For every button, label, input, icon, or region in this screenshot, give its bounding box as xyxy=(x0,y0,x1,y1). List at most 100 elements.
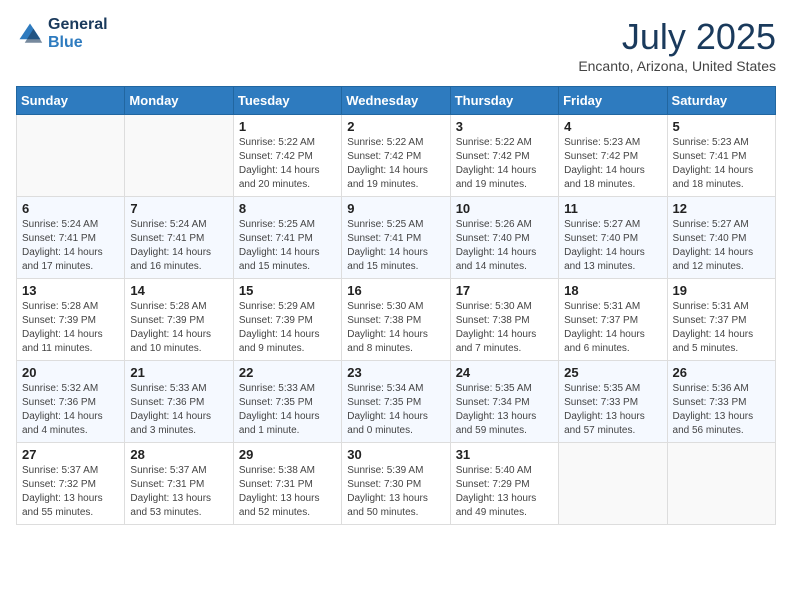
day-info: Sunrise: 5:25 AM Sunset: 7:41 PM Dayligh… xyxy=(347,218,444,274)
day-number: 6 xyxy=(22,201,119,216)
calendar-cell: 19 Sunrise: 5:31 AM Sunset: 7:37 PM Dayli… xyxy=(667,279,775,361)
day-number: 7 xyxy=(130,201,227,216)
day-number: 29 xyxy=(239,447,336,462)
weekday-sunday: Sunday xyxy=(17,87,125,115)
weekday-thursday: Thursday xyxy=(450,87,558,115)
day-number: 17 xyxy=(456,283,553,298)
day-number: 9 xyxy=(347,201,444,216)
day-number: 1 xyxy=(239,119,336,134)
day-info: Sunrise: 5:38 AM Sunset: 7:31 PM Dayligh… xyxy=(239,464,336,520)
calendar-cell: 18 Sunrise: 5:31 AM Sunset: 7:37 PM Dayli… xyxy=(559,279,667,361)
day-info: Sunrise: 5:35 AM Sunset: 7:34 PM Dayligh… xyxy=(456,382,553,438)
week-row-2: 6 Sunrise: 5:24 AM Sunset: 7:41 PM Daylig… xyxy=(17,197,776,279)
day-number: 12 xyxy=(673,201,770,216)
day-number: 3 xyxy=(456,119,553,134)
day-info: Sunrise: 5:28 AM Sunset: 7:39 PM Dayligh… xyxy=(130,300,227,356)
calendar-cell: 21Sunrise: 5:33 AM Sunset: 7:36 PM Dayli… xyxy=(125,361,233,443)
day-number: 11 xyxy=(564,201,661,216)
day-info: Sunrise: 5:26 AM Sunset: 7:40 PM Dayligh… xyxy=(456,218,553,274)
day-number: 10 xyxy=(456,201,553,216)
day-info: Sunrise: 5:22 AM Sunset: 7:42 PM Dayligh… xyxy=(456,136,553,192)
day-number: 30 xyxy=(347,447,444,462)
calendar-cell: 3 Sunrise: 5:22 AM Sunset: 7:42 PM Daylig… xyxy=(450,115,558,197)
day-number: 22 xyxy=(239,365,336,380)
week-row-1: 1 Sunrise: 5:22 AM Sunset: 7:42 PM Daylig… xyxy=(17,115,776,197)
day-info: Sunrise: 5:31 AM Sunset: 7:37 PM Dayligh… xyxy=(564,300,661,356)
calendar-cell: 9 Sunrise: 5:25 AM Sunset: 7:41 PM Daylig… xyxy=(342,197,450,279)
calendar-cell: 2 Sunrise: 5:22 AM Sunset: 7:42 PM Daylig… xyxy=(342,115,450,197)
weekday-saturday: Saturday xyxy=(667,87,775,115)
day-number: 31 xyxy=(456,447,553,462)
day-number: 18 xyxy=(564,283,661,298)
calendar-cell: 12 Sunrise: 5:27 AM Sunset: 7:40 PM Dayli… xyxy=(667,197,775,279)
calendar-cell: 13 Sunrise: 5:28 AM Sunset: 7:39 PM Dayli… xyxy=(17,279,125,361)
calendar-cell: 5 Sunrise: 5:23 AM Sunset: 7:41 PM Daylig… xyxy=(667,115,775,197)
week-row-4: 20 Sunrise: 5:32 AM Sunset: 7:36 PM Dayli… xyxy=(17,361,776,443)
calendar-cell: 30 Sunrise: 5:39 AM Sunset: 7:30 PM Dayli… xyxy=(342,443,450,525)
calendar-cell: 10 Sunrise: 5:26 AM Sunset: 7:40 PM Dayli… xyxy=(450,197,558,279)
calendar-cell: 31Sunrise: 5:40 AM Sunset: 7:29 PM Dayli… xyxy=(450,443,558,525)
calendar-cell: 1 Sunrise: 5:22 AM Sunset: 7:42 PM Daylig… xyxy=(233,115,341,197)
week-row-3: 13 Sunrise: 5:28 AM Sunset: 7:39 PM Dayli… xyxy=(17,279,776,361)
title-block: July 2025 Encanto, Arizona, United State… xyxy=(578,16,776,74)
day-number: 28 xyxy=(130,447,227,462)
calendar-cell: 4Sunrise: 5:23 AM Sunset: 7:42 PM Daylig… xyxy=(559,115,667,197)
calendar-cell: 22 Sunrise: 5:33 AM Sunset: 7:35 PM Dayli… xyxy=(233,361,341,443)
day-info: Sunrise: 5:30 AM Sunset: 7:38 PM Dayligh… xyxy=(347,300,444,356)
calendar-cell: 8 Sunrise: 5:25 AM Sunset: 7:41 PM Daylig… xyxy=(233,197,341,279)
calendar-table: SundayMondayTuesdayWednesdayThursdayFrid… xyxy=(16,86,776,525)
day-info: Sunrise: 5:27 AM Sunset: 7:40 PM Dayligh… xyxy=(673,218,770,274)
day-number: 16 xyxy=(347,283,444,298)
month-title: July 2025 xyxy=(578,16,776,58)
calendar-cell: 24 Sunrise: 5:35 AM Sunset: 7:34 PM Dayli… xyxy=(450,361,558,443)
day-info: Sunrise: 5:31 AM Sunset: 7:37 PM Dayligh… xyxy=(673,300,770,356)
day-info: Sunrise: 5:25 AM Sunset: 7:41 PM Dayligh… xyxy=(239,218,336,274)
calendar-cell: 6 Sunrise: 5:24 AM Sunset: 7:41 PM Daylig… xyxy=(17,197,125,279)
day-number: 20 xyxy=(22,365,119,380)
week-row-5: 27Sunrise: 5:37 AM Sunset: 7:32 PM Dayli… xyxy=(17,443,776,525)
day-number: 23 xyxy=(347,365,444,380)
logo-icon xyxy=(16,20,44,48)
calendar-cell: 29 Sunrise: 5:38 AM Sunset: 7:31 PM Dayli… xyxy=(233,443,341,525)
day-info: Sunrise: 5:23 AM Sunset: 7:41 PM Dayligh… xyxy=(673,136,770,192)
weekday-friday: Friday xyxy=(559,87,667,115)
day-number: 2 xyxy=(347,119,444,134)
day-number: 8 xyxy=(239,201,336,216)
day-number: 26 xyxy=(673,365,770,380)
calendar-cell: 23Sunrise: 5:34 AM Sunset: 7:35 PM Dayli… xyxy=(342,361,450,443)
page-header: General Blue July 2025 Encanto, Arizona,… xyxy=(16,16,776,74)
day-number: 27 xyxy=(22,447,119,462)
weekday-wednesday: Wednesday xyxy=(342,87,450,115)
calendar-cell: 27Sunrise: 5:37 AM Sunset: 7:32 PM Dayli… xyxy=(17,443,125,525)
day-number: 24 xyxy=(456,365,553,380)
day-number: 25 xyxy=(564,365,661,380)
day-info: Sunrise: 5:27 AM Sunset: 7:40 PM Dayligh… xyxy=(564,218,661,274)
calendar-cell xyxy=(559,443,667,525)
calendar-cell xyxy=(125,115,233,197)
calendar-cell: 14 Sunrise: 5:28 AM Sunset: 7:39 PM Dayli… xyxy=(125,279,233,361)
location: Encanto, Arizona, United States xyxy=(578,58,776,74)
day-info: Sunrise: 5:24 AM Sunset: 7:41 PM Dayligh… xyxy=(130,218,227,274)
calendar-cell: 7 Sunrise: 5:24 AM Sunset: 7:41 PM Daylig… xyxy=(125,197,233,279)
calendar-cell: 28Sunrise: 5:37 AM Sunset: 7:31 PM Dayli… xyxy=(125,443,233,525)
calendar-cell: 15Sunrise: 5:29 AM Sunset: 7:39 PM Dayli… xyxy=(233,279,341,361)
day-info: Sunrise: 5:28 AM Sunset: 7:39 PM Dayligh… xyxy=(22,300,119,356)
day-info: Sunrise: 5:29 AM Sunset: 7:39 PM Dayligh… xyxy=(239,300,336,356)
day-info: Sunrise: 5:39 AM Sunset: 7:30 PM Dayligh… xyxy=(347,464,444,520)
calendar-cell: 17Sunrise: 5:30 AM Sunset: 7:38 PM Dayli… xyxy=(450,279,558,361)
day-info: Sunrise: 5:22 AM Sunset: 7:42 PM Dayligh… xyxy=(347,136,444,192)
logo-general: General xyxy=(48,16,108,34)
day-number: 13 xyxy=(22,283,119,298)
day-info: Sunrise: 5:24 AM Sunset: 7:41 PM Dayligh… xyxy=(22,218,119,274)
day-number: 5 xyxy=(673,119,770,134)
calendar-cell: 11 Sunrise: 5:27 AM Sunset: 7:40 PM Dayli… xyxy=(559,197,667,279)
logo-blue: Blue xyxy=(48,34,108,52)
day-number: 21 xyxy=(130,365,227,380)
day-info: Sunrise: 5:32 AM Sunset: 7:36 PM Dayligh… xyxy=(22,382,119,438)
calendar-cell xyxy=(667,443,775,525)
day-number: 14 xyxy=(130,283,227,298)
day-number: 4 xyxy=(564,119,661,134)
day-number: 19 xyxy=(673,283,770,298)
day-info: Sunrise: 5:33 AM Sunset: 7:35 PM Dayligh… xyxy=(239,382,336,438)
day-info: Sunrise: 5:22 AM Sunset: 7:42 PM Dayligh… xyxy=(239,136,336,192)
